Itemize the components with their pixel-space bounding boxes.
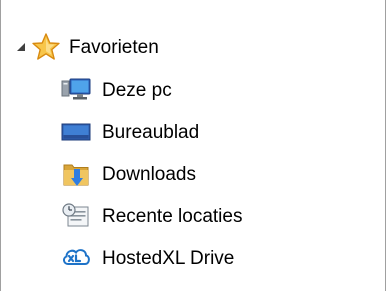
nav-item-hostedxl-drive[interactable]: HostedXL Drive <box>61 243 234 273</box>
downloads-folder-icon <box>61 159 91 189</box>
nav-item-desktop[interactable]: Bureaublad <box>61 117 199 147</box>
navigation-pane: Favorieten Deze pc Bureaublad Downloads … <box>0 0 386 291</box>
favorites-label: Favorieten <box>69 36 159 58</box>
desktop-icon <box>61 117 91 147</box>
computer-icon <box>61 75 91 105</box>
expanded-triangle-icon[interactable] <box>15 41 27 53</box>
hostedxl-drive-icon <box>61 243 91 273</box>
nav-item-label: Bureaublad <box>102 121 200 143</box>
favorites-header[interactable]: Favorieten <box>15 32 159 62</box>
nav-item-recent-places[interactable]: Recente locaties <box>61 201 242 231</box>
nav-item-label: HostedXL Drive <box>102 247 235 269</box>
nav-item-downloads[interactable]: Downloads <box>61 159 196 189</box>
nav-item-label: Downloads <box>102 163 196 185</box>
nav-item-label: Recente locaties <box>102 205 243 227</box>
nav-item-label: Deze pc <box>102 79 172 101</box>
recent-places-icon <box>61 201 91 231</box>
nav-item-this-pc[interactable]: Deze pc <box>61 75 172 105</box>
star-icon <box>31 32 61 62</box>
